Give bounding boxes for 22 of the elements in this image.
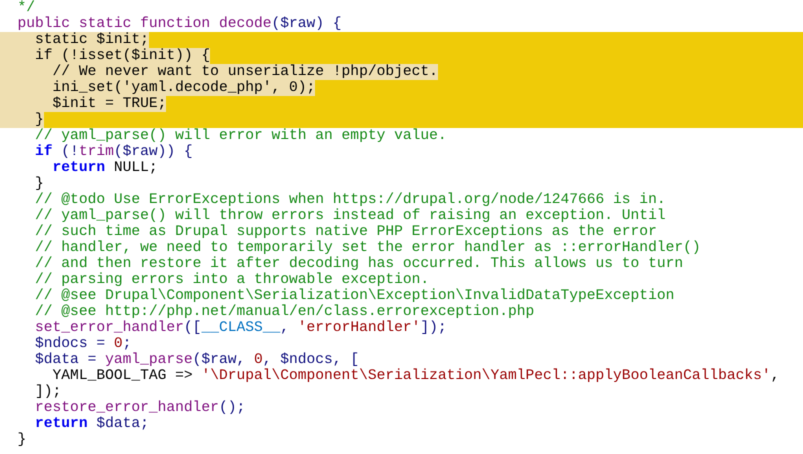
code-line: public static function decode($raw) { <box>18 16 342 32</box>
code-line: // @see http://php.net/manual/en/class.errorexception.php <box>35 304 534 320</box>
code-line: return $data; <box>35 416 149 432</box>
code-line: if (!trim($raw)) { <box>35 144 193 160</box>
code-line: $ndocs = 0; <box>35 336 132 352</box>
code-line: ]); <box>35 384 62 400</box>
code-line: // and then restore it after decoding has occurred. This allows us to turn <box>35 256 684 272</box>
code-line: */ <box>18 0 36 16</box>
code-line: // @see Drupal\Component\Serialization\Exception\InvalidDataTypeException <box>35 288 674 304</box>
code-line: } <box>18 432 26 448</box>
code-line: // such time as Drupal supports native PHP ErrorExceptions as the error <box>35 224 657 240</box>
code-line: // @todo Use ErrorExceptions when https://drupal.org/node/1247666 is in. <box>35 192 666 208</box>
code-line: $data = yaml_parse($raw, 0, $ndocs, [ <box>35 352 360 368</box>
code-line: // yaml_parse() will error with an empty value. <box>35 128 447 144</box>
code-line: return NULL; <box>52 160 158 176</box>
code-line: set_error_handler([__CLASS__, 'errorHandler']); <box>35 320 447 336</box>
code-line: // handler, we need to temporarily set the error handler as ::errorHandler() <box>35 240 701 256</box>
code-line: restore_error_handler(); <box>35 400 246 416</box>
code-line: // parsing errors into a throwable exception. <box>35 272 430 288</box>
code-line: } <box>35 176 44 192</box>
code-line: // yaml_parse() will throw errors instead of raising an exception. Until <box>35 208 666 224</box>
code-line: YAML_BOOL_TAG => '\Drupal\Component\Serialization\YamlPecl::applyBooleanCallbacks', <box>52 368 780 384</box>
